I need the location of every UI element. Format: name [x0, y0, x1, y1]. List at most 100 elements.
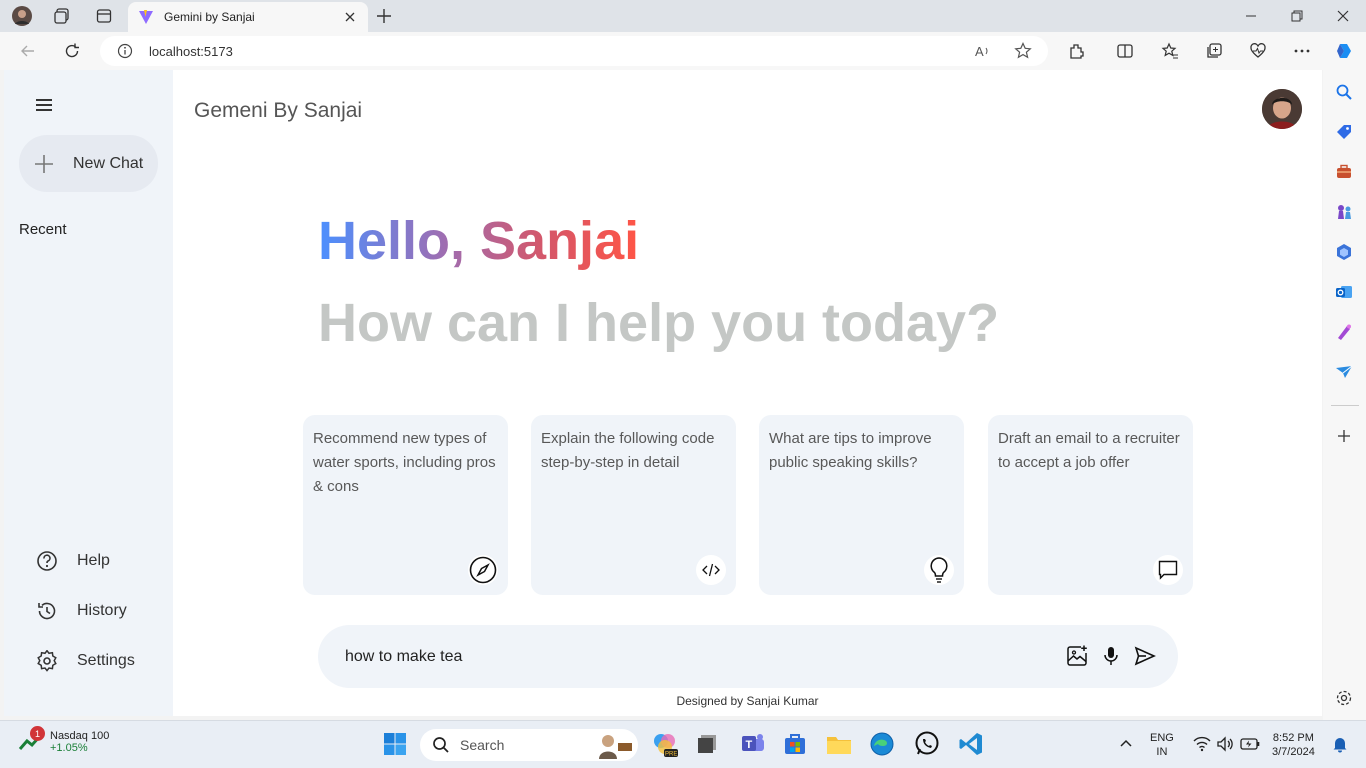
suggestion-card[interactable]: Explain the following code step-by-step …: [531, 415, 736, 595]
message-icon: [1153, 555, 1183, 585]
battery-icon[interactable]: [1237, 731, 1263, 757]
region-code: IN: [1156, 746, 1168, 758]
ticker-name: Nasdaq 100: [50, 730, 110, 742]
edge-sidebar: [1323, 70, 1366, 720]
compass-icon: [468, 555, 498, 585]
settings-label: Settings: [77, 652, 135, 669]
svg-text:PRE: PRE: [665, 752, 677, 758]
suggestion-card[interactable]: Draft an email to a recruiter to accept …: [988, 415, 1193, 595]
designer-icon[interactable]: [1334, 322, 1354, 342]
tools-icon[interactable]: [1334, 162, 1354, 182]
taskbar-search[interactable]: Search: [420, 729, 638, 761]
clock-time: 8:52 PM: [1272, 732, 1314, 744]
plus-icon: [33, 153, 55, 175]
windows-taskbar: 1 Nasdaq 100 +1.05% Search PRE T ENG IN …: [0, 720, 1366, 768]
send-icon[interactable]: [1133, 644, 1157, 668]
footer-credit: Designed by Sanjai Kumar: [676, 694, 819, 708]
url-text: localhost:5173: [149, 44, 233, 59]
language-code: ENG: [1150, 732, 1174, 744]
svg-text:A: A: [975, 44, 984, 59]
settings-button[interactable]: Settings: [36, 650, 135, 672]
extensions-icon[interactable]: [1067, 41, 1087, 61]
vite-logo-icon: [138, 9, 154, 25]
sidebar-settings-icon[interactable]: [1334, 688, 1354, 708]
notification-bell-icon[interactable]: [1327, 731, 1353, 757]
new-chat-button[interactable]: New Chat: [19, 135, 158, 192]
new-tab-icon[interactable]: [374, 6, 394, 26]
windows-start-icon[interactable]: [382, 731, 408, 757]
shopping-tag-icon[interactable]: [1334, 122, 1354, 142]
help-icon: [36, 550, 58, 572]
clock[interactable]: 8:52 PM 3/7/2024: [1272, 731, 1315, 759]
close-tab-icon[interactable]: [342, 9, 358, 25]
file-explorer-icon[interactable]: [826, 731, 852, 757]
volume-icon[interactable]: [1212, 731, 1238, 757]
clock-date: 3/7/2024: [1272, 746, 1315, 758]
copilot-icon[interactable]: [1334, 41, 1354, 61]
history-button[interactable]: History: [36, 600, 127, 622]
teams-icon[interactable]: T: [740, 731, 766, 757]
greeting-text: Hello, Sanjai: [318, 211, 640, 271]
recent-heading: Recent: [19, 221, 67, 238]
split-screen-icon[interactable]: [1115, 41, 1135, 61]
games-icon[interactable]: [1334, 202, 1354, 222]
favorites-icon[interactable]: [1160, 41, 1180, 61]
profile-avatar-icon[interactable]: [9, 5, 35, 27]
help-button[interactable]: Help: [36, 550, 110, 572]
code-icon: [696, 555, 726, 585]
back-icon[interactable]: [18, 41, 38, 61]
vscode-icon[interactable]: [958, 731, 984, 757]
store-icon[interactable]: [782, 731, 808, 757]
prompt-input[interactable]: [345, 645, 1045, 669]
app-brand: Gemeni By Sanjai: [194, 99, 363, 122]
tab-title: Gemini by Sanjai: [164, 10, 255, 24]
prompt-bar: [318, 625, 1178, 688]
m365-icon[interactable]: [1334, 242, 1354, 262]
collections-icon[interactable]: [1204, 41, 1224, 61]
stock-widget[interactable]: 1 Nasdaq 100 +1.05%: [18, 726, 110, 755]
add-sidebar-app-icon[interactable]: [1334, 426, 1354, 446]
help-label: Help: [77, 552, 110, 569]
browser-essentials-icon[interactable]: [1248, 41, 1268, 61]
workspaces-icon[interactable]: [49, 5, 75, 27]
edge-icon[interactable]: [869, 731, 895, 757]
tab-gemini[interactable]: Gemini by Sanjai: [128, 2, 368, 32]
ticker-change: +1.05%: [50, 742, 88, 754]
copilot-pre-icon[interactable]: PRE: [652, 731, 678, 757]
file-stack-icon[interactable]: [694, 731, 720, 757]
whatsapp-icon[interactable]: [914, 731, 940, 757]
app-sidebar: New Chat Recent Help History Settings: [4, 70, 173, 716]
menu-icon[interactable]: [34, 97, 54, 113]
read-aloud-icon[interactable]: A: [975, 43, 992, 59]
address-bar[interactable]: localhost:5173 A: [100, 36, 1048, 66]
more-menu-icon[interactable]: [1292, 41, 1312, 61]
page-viewport: New Chat Recent Help History Settings Ge…: [4, 70, 1322, 716]
help-subtitle: How can I help you today?: [318, 293, 1000, 353]
show-hidden-icons-icon[interactable]: [1113, 731, 1139, 757]
outlook-icon[interactable]: [1334, 282, 1354, 302]
card-text: Draft an email to a recruiter to accept …: [998, 430, 1180, 471]
tab-actions-icon[interactable]: [91, 5, 117, 27]
info-icon[interactable]: [117, 43, 133, 59]
settings-icon: [36, 650, 58, 672]
minimize-icon[interactable]: [1241, 6, 1261, 26]
input-language[interactable]: ENG IN: [1150, 731, 1174, 759]
search-label: Search: [460, 737, 505, 753]
sidebar-divider: [1331, 405, 1359, 406]
history-icon: [36, 600, 58, 622]
close-window-icon[interactable]: [1333, 6, 1353, 26]
add-image-icon[interactable]: [1065, 644, 1089, 668]
favorite-star-icon[interactable]: [1014, 42, 1032, 60]
search-icon[interactable]: [1334, 82, 1354, 102]
search-highlight-icon: [599, 735, 632, 759]
svg-text:T: T: [746, 739, 753, 751]
refresh-icon[interactable]: [62, 41, 82, 61]
suggestion-card[interactable]: Recommend new types of water sports, inc…: [303, 415, 508, 595]
user-avatar[interactable]: [1262, 89, 1302, 129]
microphone-icon[interactable]: [1099, 644, 1123, 668]
drop-icon[interactable]: [1334, 362, 1354, 382]
suggestion-card[interactable]: What are tips to improve public speaking…: [759, 415, 964, 595]
history-label: History: [77, 602, 127, 619]
restore-icon[interactable]: [1287, 6, 1307, 26]
browser-toolbar: localhost:5173 A: [0, 32, 1366, 70]
